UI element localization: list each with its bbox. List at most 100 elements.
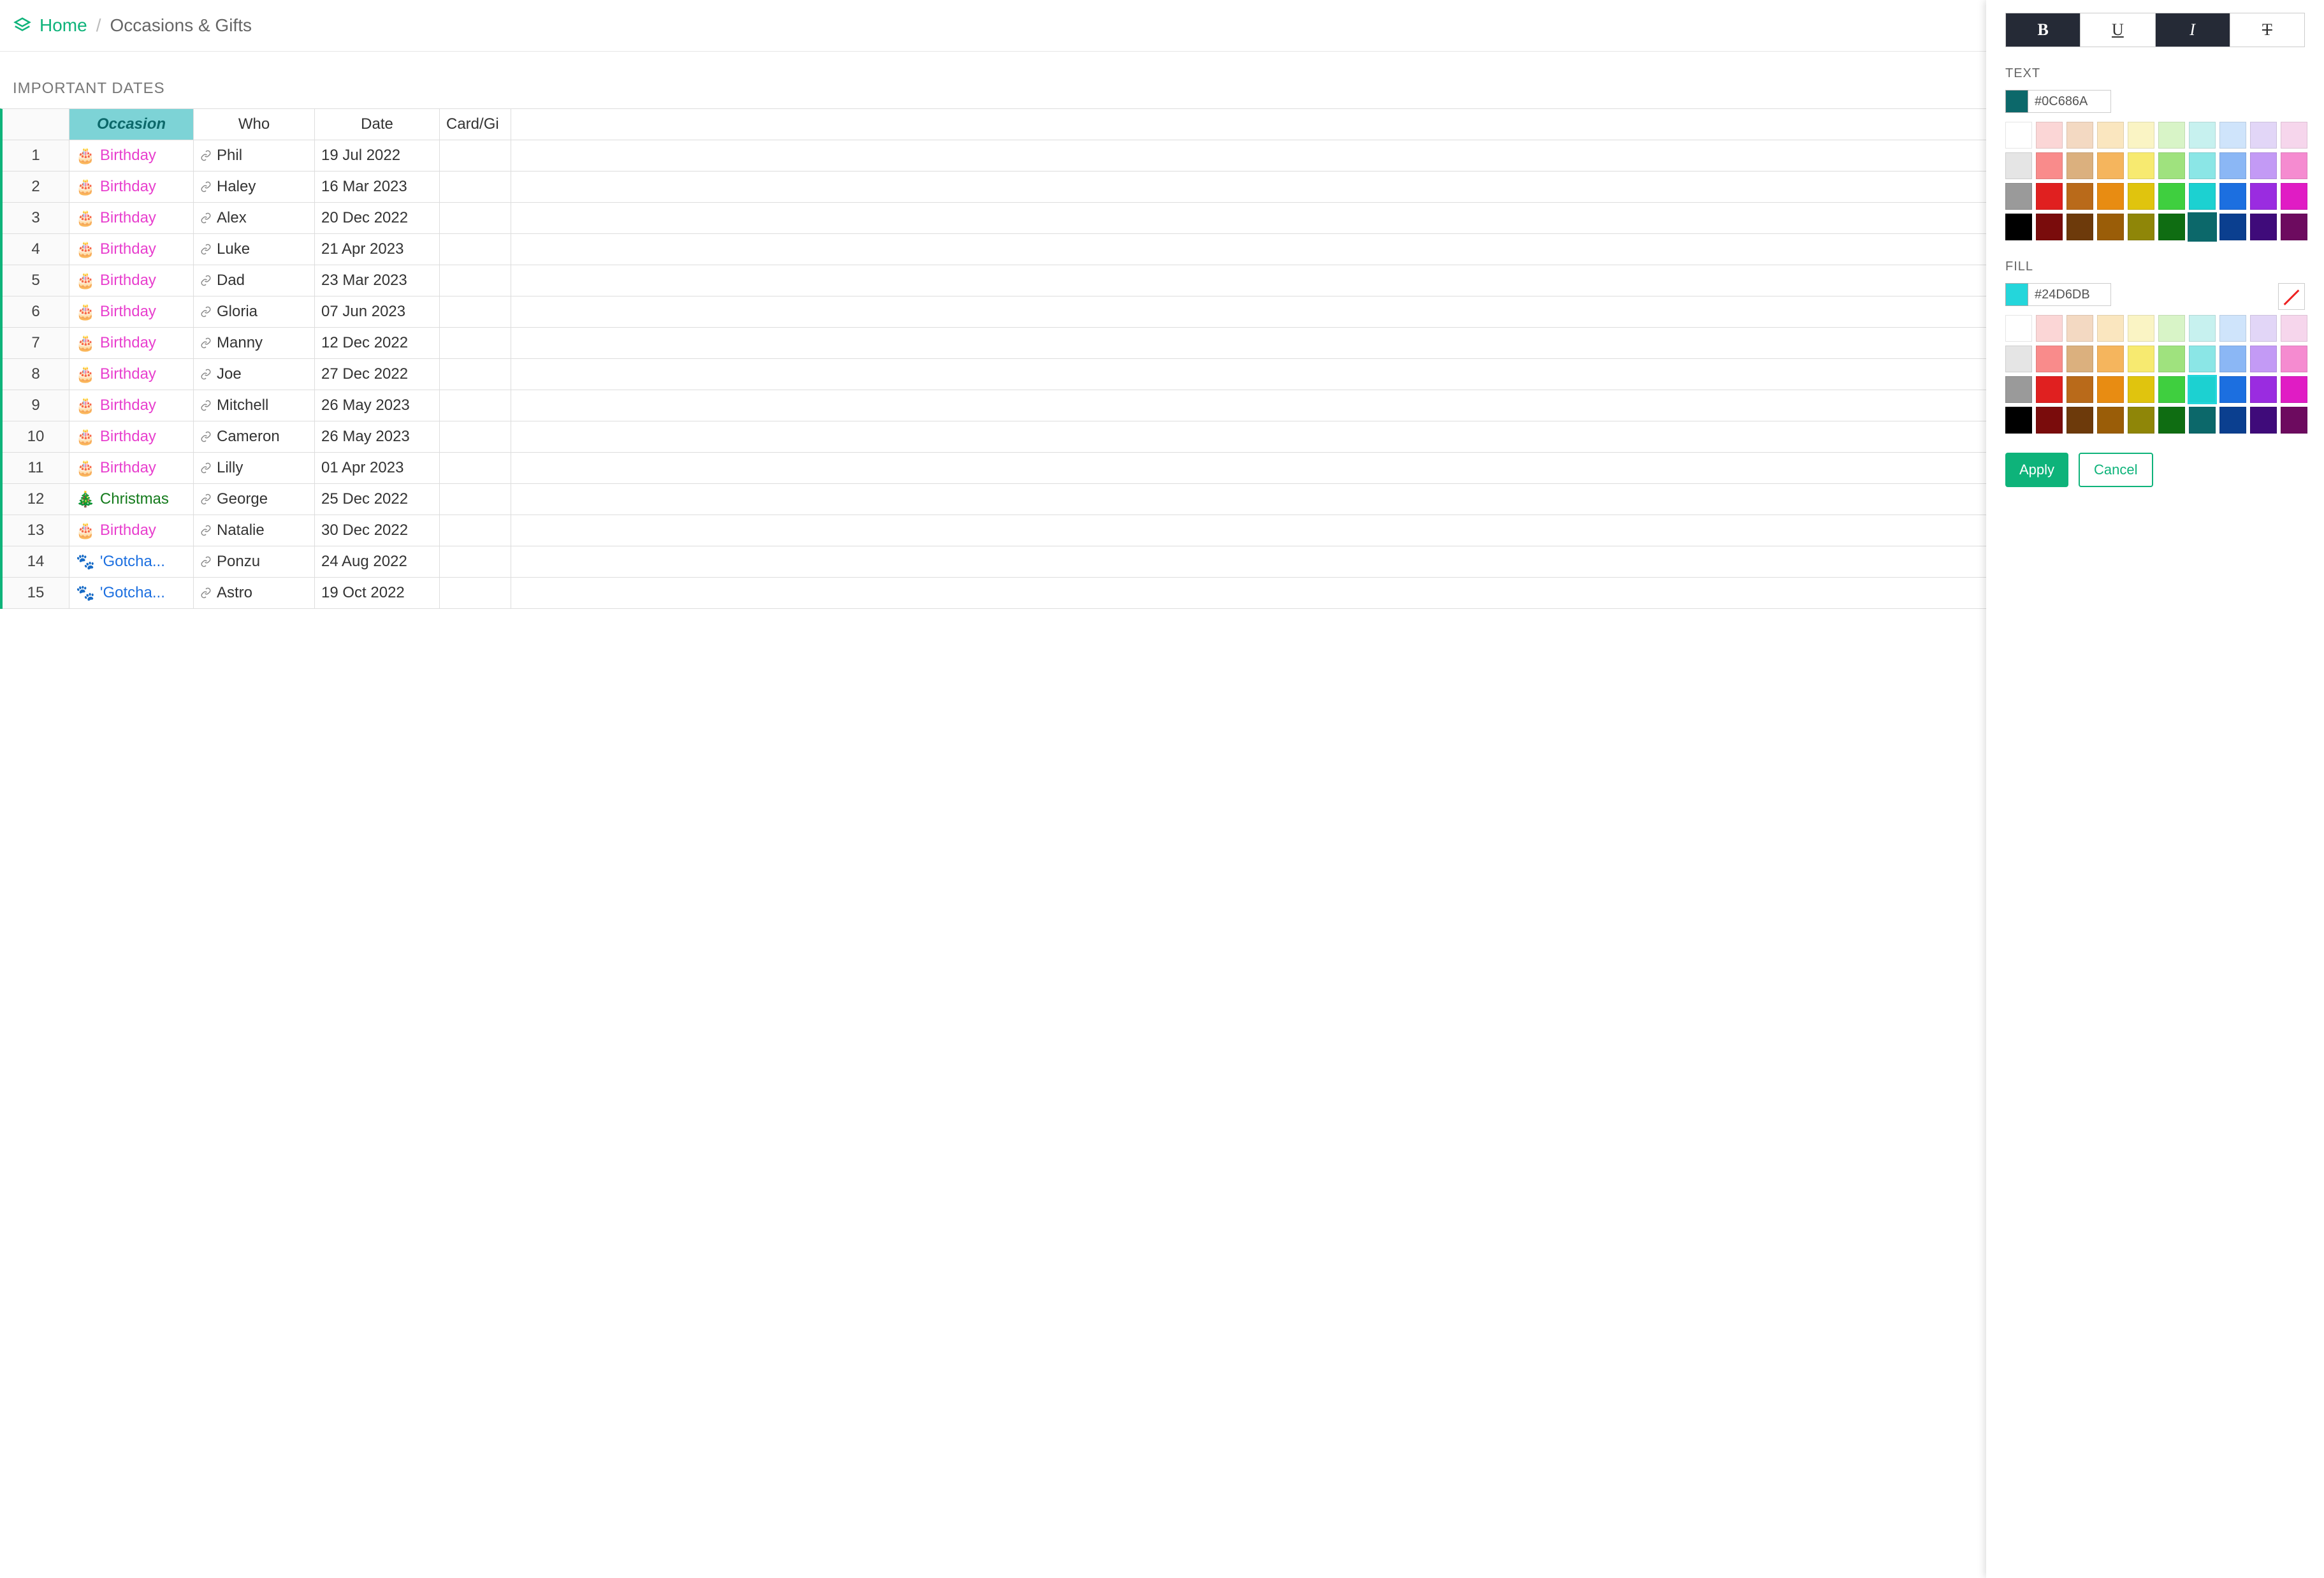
color-swatch[interactable] [2005, 214, 2032, 240]
color-swatch[interactable] [2128, 346, 2154, 372]
cell-occasion[interactable]: 🐾 'Gotcha... [69, 546, 194, 577]
cell-card[interactable] [440, 578, 511, 608]
cell-who[interactable]: Haley [194, 172, 315, 202]
color-swatch[interactable] [2189, 346, 2216, 372]
color-swatch[interactable] [2128, 152, 2154, 179]
cell-occasion[interactable]: 🎂 Birthday [69, 453, 194, 483]
color-swatch[interactable] [2219, 122, 2246, 149]
cell-occasion[interactable]: 🎂 Birthday [69, 265, 194, 296]
color-swatch[interactable] [2219, 315, 2246, 342]
color-swatch[interactable] [2189, 122, 2216, 149]
cell-who[interactable]: Joe [194, 359, 315, 390]
color-swatch[interactable] [2005, 122, 2032, 149]
italic-toggle[interactable]: I [2156, 13, 2230, 47]
color-swatch[interactable] [2128, 214, 2154, 240]
table-row[interactable]: 3 🎂 Birthday Alex 20 Dec 2022 [3, 203, 2324, 234]
cell-occasion[interactable]: 🎂 Birthday [69, 234, 194, 265]
color-swatch[interactable] [2281, 315, 2307, 342]
color-swatch[interactable] [2250, 152, 2277, 179]
color-swatch[interactable] [2281, 152, 2307, 179]
cell-card[interactable] [440, 484, 511, 515]
color-swatch[interactable] [2005, 152, 2032, 179]
color-swatch[interactable] [2128, 376, 2154, 403]
cell-date[interactable]: 21 Apr 2023 [315, 234, 440, 265]
cell-who[interactable]: Dad [194, 265, 315, 296]
color-swatch[interactable] [2066, 346, 2093, 372]
color-swatch[interactable] [2066, 183, 2093, 210]
cell-date[interactable]: 25 Dec 2022 [315, 484, 440, 515]
color-swatch[interactable] [2097, 346, 2124, 372]
color-swatch[interactable] [2097, 407, 2124, 434]
color-swatch[interactable] [2219, 376, 2246, 403]
color-swatch[interactable] [2036, 214, 2063, 240]
color-swatch[interactable] [2097, 315, 2124, 342]
color-swatch[interactable] [2219, 407, 2246, 434]
cell-occasion[interactable]: 🎂 Birthday [69, 390, 194, 421]
header-occasion[interactable]: Occasion [69, 109, 194, 140]
underline-toggle[interactable]: U [2081, 13, 2155, 47]
color-swatch[interactable] [2189, 407, 2216, 434]
color-swatch[interactable] [2097, 122, 2124, 149]
table-row[interactable]: 12 🎄 Christmas George 25 Dec 2022 [3, 484, 2324, 515]
strike-toggle[interactable]: T [2230, 13, 2304, 47]
color-swatch[interactable] [2066, 376, 2093, 403]
color-swatch[interactable] [2250, 407, 2277, 434]
color-swatch[interactable] [2097, 376, 2124, 403]
color-swatch[interactable] [2189, 376, 2216, 403]
cell-card[interactable] [440, 359, 511, 390]
cell-occasion[interactable]: 🎂 Birthday [69, 421, 194, 452]
color-swatch[interactable] [2128, 183, 2154, 210]
table-row[interactable]: 2 🎂 Birthday Haley 16 Mar 2023 [3, 172, 2324, 203]
cell-date[interactable]: 26 May 2023 [315, 390, 440, 421]
table-row[interactable]: 6 🎂 Birthday Gloria 07 Jun 2023 [3, 296, 2324, 328]
cell-who[interactable]: Gloria [194, 296, 315, 327]
color-swatch[interactable] [2066, 122, 2093, 149]
cell-date[interactable]: 23 Mar 2023 [315, 265, 440, 296]
color-swatch[interactable] [2005, 376, 2032, 403]
cell-card[interactable] [440, 453, 511, 483]
cell-occasion[interactable]: 🎂 Birthday [69, 515, 194, 546]
cell-who[interactable]: Luke [194, 234, 315, 265]
color-swatch[interactable] [2281, 346, 2307, 372]
cell-date[interactable]: 16 Mar 2023 [315, 172, 440, 202]
color-swatch[interactable] [2036, 346, 2063, 372]
color-swatch[interactable] [2158, 183, 2185, 210]
cell-who[interactable]: Manny [194, 328, 315, 358]
cell-card[interactable] [440, 546, 511, 577]
cell-card[interactable] [440, 296, 511, 327]
color-swatch[interactable] [2219, 183, 2246, 210]
cell-who[interactable]: Ponzu [194, 546, 315, 577]
cell-date[interactable]: 20 Dec 2022 [315, 203, 440, 233]
color-swatch[interactable] [2250, 214, 2277, 240]
cell-who[interactable]: Mitchell [194, 390, 315, 421]
table-row[interactable]: 9 🎂 Birthday Mitchell 26 May 2023 [3, 390, 2324, 421]
cell-date[interactable]: 19 Jul 2022 [315, 140, 440, 171]
cell-occasion[interactable]: 🎂 Birthday [69, 359, 194, 390]
header-date[interactable]: Date [315, 109, 440, 140]
color-swatch[interactable] [2250, 376, 2277, 403]
color-swatch[interactable] [2097, 183, 2124, 210]
color-swatch[interactable] [2158, 122, 2185, 149]
apply-button[interactable]: Apply [2005, 453, 2068, 487]
logo-icon[interactable] [13, 16, 32, 35]
color-swatch[interactable] [2158, 376, 2185, 403]
color-swatch[interactable] [2128, 407, 2154, 434]
color-swatch[interactable] [2219, 214, 2246, 240]
cell-card[interactable] [440, 172, 511, 202]
color-swatch[interactable] [2158, 346, 2185, 372]
table-row[interactable]: 15 🐾 'Gotcha... Astro 19 Oct 2022 [3, 578, 2324, 609]
color-swatch[interactable] [2066, 315, 2093, 342]
cell-occasion[interactable]: 🎂 Birthday [69, 203, 194, 233]
cell-who[interactable]: Lilly [194, 453, 315, 483]
cell-card[interactable] [440, 265, 511, 296]
color-swatch[interactable] [2036, 376, 2063, 403]
header-card[interactable]: Card/Gi [440, 109, 511, 140]
color-swatch[interactable] [2128, 122, 2154, 149]
table-row[interactable]: 13 🎂 Birthday Natalie 30 Dec 2022 [3, 515, 2324, 546]
color-swatch[interactable] [2066, 407, 2093, 434]
color-swatch[interactable] [2250, 122, 2277, 149]
cancel-button[interactable]: Cancel [2079, 453, 2153, 487]
color-swatch[interactable] [2158, 152, 2185, 179]
cell-date[interactable]: 30 Dec 2022 [315, 515, 440, 546]
table-row[interactable]: 14 🐾 'Gotcha... Ponzu 24 Aug 2022 [3, 546, 2324, 578]
